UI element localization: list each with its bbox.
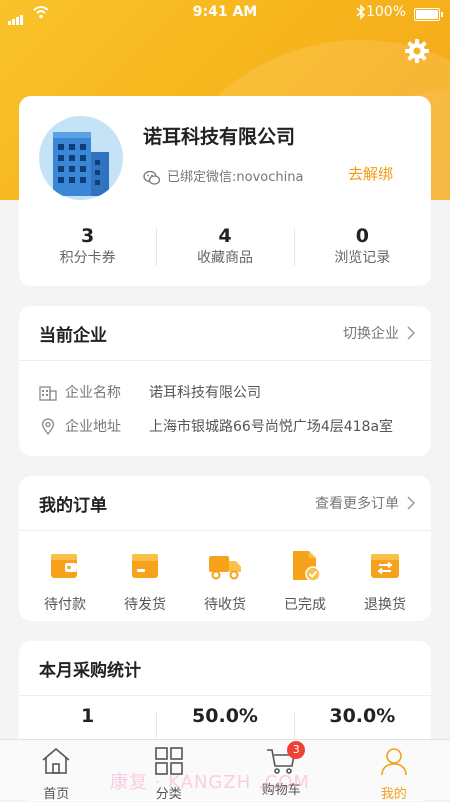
chevron-right-icon xyxy=(407,496,415,510)
order-label: 待付款 xyxy=(30,594,100,614)
order-label: 待收货 xyxy=(190,594,260,614)
cart-badge: 3 xyxy=(287,741,305,759)
tab-category[interactable]: 分类 xyxy=(113,740,226,800)
tab-label: 我的 xyxy=(338,783,450,802)
tab-label: 分类 xyxy=(113,783,226,802)
order-pending-receipt[interactable]: 待收货 xyxy=(190,538,260,614)
purchase-stat-value: 50.0% xyxy=(156,705,293,727)
stat-label: 积分卡券 xyxy=(19,248,156,268)
tab-cart[interactable]: 3 购物车 xyxy=(225,740,338,800)
company-name-row: 企业名称 诺耳科技有限公司 xyxy=(39,382,121,402)
company-address-value: 上海市银城路66号尚悦广场4层418a室 xyxy=(149,416,393,436)
truck-icon xyxy=(207,548,243,584)
location-pin-icon xyxy=(39,418,57,436)
section-header: 当前企业 切换企业 xyxy=(19,306,431,361)
switch-company-label: 切换企业 xyxy=(343,326,399,342)
battery-icon xyxy=(414,8,440,21)
order-label: 待发货 xyxy=(110,594,180,614)
tab-home[interactable]: 首页 xyxy=(0,740,113,800)
battery-percent: 100% xyxy=(366,4,406,20)
settings-gear-icon[interactable] xyxy=(404,38,430,64)
company-address-row: 企业地址 上海市银城路66号尚悦广场4层418a室 xyxy=(39,416,121,436)
package-icon xyxy=(127,548,163,584)
company-name-value: 诺耳科技有限公司 xyxy=(149,382,261,402)
company-address-label: 企业地址 xyxy=(65,419,121,435)
more-orders-link[interactable]: 查看更多订单 xyxy=(315,493,415,513)
switch-company-link[interactable]: 切换企业 xyxy=(343,323,415,343)
document-check-icon xyxy=(287,548,323,584)
stat-label: 收藏商品 xyxy=(156,248,293,268)
tab-label: 首页 xyxy=(0,783,113,802)
chevron-right-icon xyxy=(407,326,415,340)
section-title: 我的订单 xyxy=(39,491,107,516)
order-pending-shipment[interactable]: 待发货 xyxy=(110,538,180,614)
section-header: 我的订单 查看更多订单 xyxy=(19,476,431,531)
wechat-text: 已绑定微信:novochina xyxy=(167,170,303,185)
company-name: 诺耳科技有限公司 xyxy=(143,122,295,149)
bottom-tab-bar: 首页 分类 3 购物车 我的 xyxy=(0,739,450,800)
wechat-icon xyxy=(143,170,161,186)
section-header: 本月采购统计 xyxy=(19,641,431,696)
company-name-label: 企业名称 xyxy=(65,385,121,401)
purchase-stats-row: 1 50.0% 30.0% xyxy=(19,705,431,727)
building-outline-icon xyxy=(39,385,57,401)
section-title: 当前企业 xyxy=(39,321,107,346)
building-icon xyxy=(39,116,123,200)
unbind-button[interactable]: 去解绑 xyxy=(348,163,393,184)
order-label: 已完成 xyxy=(270,594,340,614)
order-label: 退换货 xyxy=(350,594,420,614)
order-pending-payment[interactable]: 待付款 xyxy=(30,538,100,614)
stat-label: 浏览记录 xyxy=(294,248,431,268)
profile-card: 诺耳科技有限公司 已绑定微信:novochina 去解绑 3 积分卡券 4 收藏… xyxy=(19,96,431,286)
current-company-card: 当前企业 切换企业 企业名称 诺耳科技有限公司 企业地址 上海市银城路66号尚悦… xyxy=(19,306,431,456)
order-returns[interactable]: 退换货 xyxy=(350,538,420,614)
stat-value: 0 xyxy=(294,224,431,248)
home-icon xyxy=(40,745,72,777)
purchase-stat: 30.0% xyxy=(294,705,431,727)
wallet-icon xyxy=(47,548,83,584)
section-title: 本月采购统计 xyxy=(39,656,141,681)
cart-icon-wrapper: 3 xyxy=(265,745,297,777)
stat-points-coupons[interactable]: 3 积分卡券 xyxy=(19,222,156,272)
tab-label: 购物车 xyxy=(225,779,338,798)
order-completed[interactable]: 已完成 xyxy=(270,538,340,614)
profile-stats: 3 积分卡券 4 收藏商品 0 浏览记录 xyxy=(19,222,431,272)
stat-value: 4 xyxy=(156,224,293,248)
purchase-stat-value: 30.0% xyxy=(294,705,431,727)
wechat-binding: 已绑定微信:novochina xyxy=(143,166,303,186)
purchase-stat: 1 xyxy=(19,705,156,727)
tab-mine[interactable]: 我的 xyxy=(338,740,450,800)
order-status-list: 待付款 待发货 待收货 xyxy=(19,538,431,614)
bluetooth-icon xyxy=(356,4,366,20)
exchange-icon xyxy=(367,548,403,584)
stat-value: 3 xyxy=(19,224,156,248)
my-orders-card: 我的订单 查看更多订单 待付款 待发货 xyxy=(19,476,431,621)
company-avatar xyxy=(39,116,123,200)
more-orders-label: 查看更多订单 xyxy=(315,496,399,512)
stat-favorites[interactable]: 4 收藏商品 xyxy=(156,222,293,272)
status-bar: 9:41 AM 100% xyxy=(0,0,450,26)
user-icon xyxy=(378,745,410,777)
stat-history[interactable]: 0 浏览记录 xyxy=(294,222,431,272)
category-icon xyxy=(153,745,185,777)
purchase-stat: 50.0% xyxy=(156,705,293,727)
purchase-stat-value: 1 xyxy=(19,705,156,727)
